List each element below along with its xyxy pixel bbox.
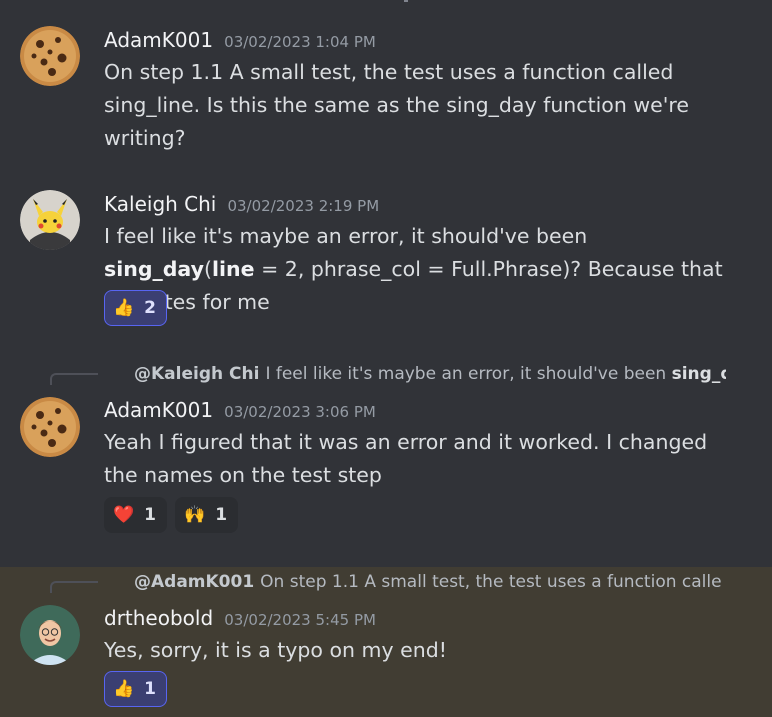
reaction-thumbs-up[interactable]: 👍 1 [104,671,168,707]
timestamp: 03/02/2023 3:06 PM [224,403,376,421]
cookie-avatar[interactable] [20,397,80,457]
timestamp: 03/02/2023 5:45 PM [224,611,376,629]
message-text: Yeah I figured that it was an error and … [104,430,708,487]
author-name[interactable]: AdamK001 [104,28,213,52]
reply-mention[interactable]: @Kaleigh Chi [134,364,259,384]
reaction-thumbs-up[interactable]: 👍 2 [104,290,168,326]
raised-hands-icon: 🙌 [184,505,206,525]
author-name[interactable]: Kaleigh Chi [104,192,216,216]
reply-spine [50,373,98,385]
timestamp: 03/02/2023 2:19 PM [227,197,380,215]
scroll-indicator [404,0,408,2]
reply-spine [50,581,98,593]
person-avatar[interactable] [20,605,80,665]
reply-text: I feel like it's maybe an error, it shou… [265,364,672,384]
thumbs-up-icon: 👍 [113,298,135,318]
reply-preview[interactable]: @Kaleigh Chi I feel like it's maybe an er… [134,364,726,384]
code-arg-name: line [212,257,255,281]
thumbs-up-icon: 👍 [113,679,135,699]
cookie-avatar[interactable] [20,26,80,86]
message-text: I feel like it's maybe an error, it shou… [104,220,744,319]
reaction-count: 1 [144,679,157,699]
reply-mention[interactable]: @AdamK001 [134,572,254,592]
message-text: Yes, sorry, it is a typo on my end! [104,638,447,662]
timestamp: 03/02/2023 1:04 PM [224,33,376,51]
author-name[interactable]: AdamK001 [104,398,213,422]
reply-bold-text: sing_d [671,364,726,384]
reaction-count: 1 [215,505,228,525]
reply-preview[interactable]: @AdamK001 On step 1.1 A small test, the t… [134,572,726,592]
author-name[interactable]: drtheobold [104,606,213,630]
message-text: On step 1.1 A small test, the test uses … [104,60,689,150]
reaction-count: 2 [144,298,157,318]
text-part: I feel like it's maybe an error, it shou… [104,224,588,248]
reaction-raised-hands[interactable]: 🙌 1 [175,497,239,533]
reply-text: On step 1.1 A small test, the test uses … [260,572,722,592]
reaction-heart[interactable]: ❤️ 1 [104,497,168,533]
text-part: ( [204,257,212,281]
heart-icon: ❤️ [113,505,135,525]
reaction-count: 1 [144,505,157,525]
code-function-name: sing_day [104,257,204,281]
pikachu-avatar[interactable] [20,190,80,250]
